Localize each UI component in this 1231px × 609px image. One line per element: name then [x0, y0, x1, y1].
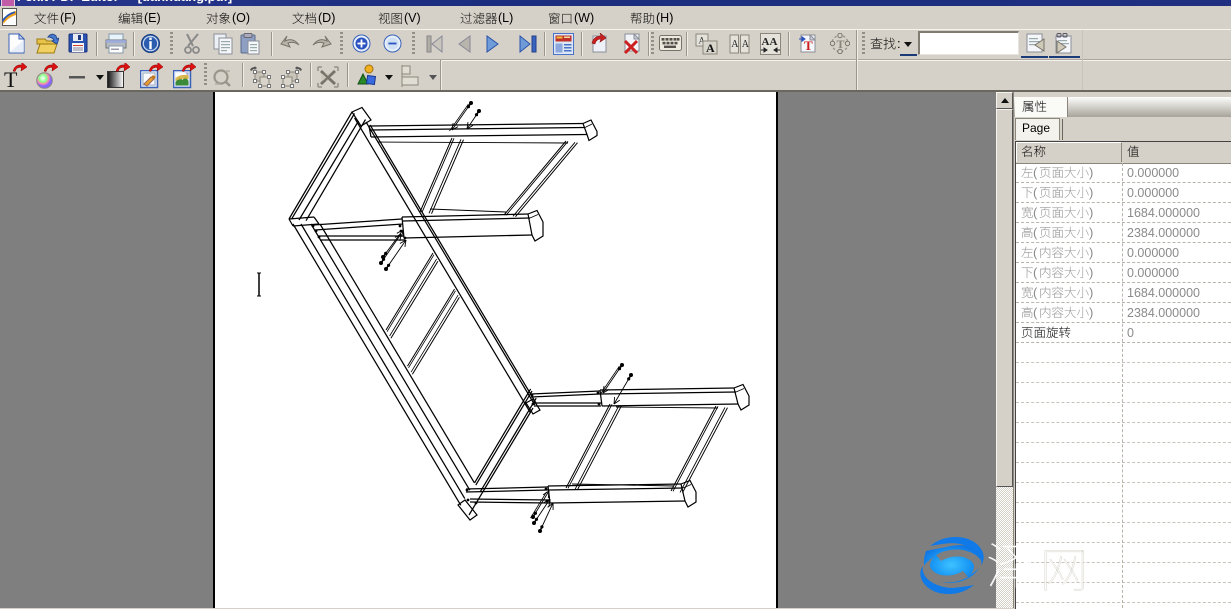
svg-text:AA: AA [762, 36, 778, 48]
svg-text:A: A [706, 41, 715, 55]
svg-text:A: A [742, 39, 750, 50]
svg-text:T: T [804, 38, 813, 53]
svg-text:A: A [731, 39, 739, 50]
svg-text:T: T [837, 37, 845, 51]
